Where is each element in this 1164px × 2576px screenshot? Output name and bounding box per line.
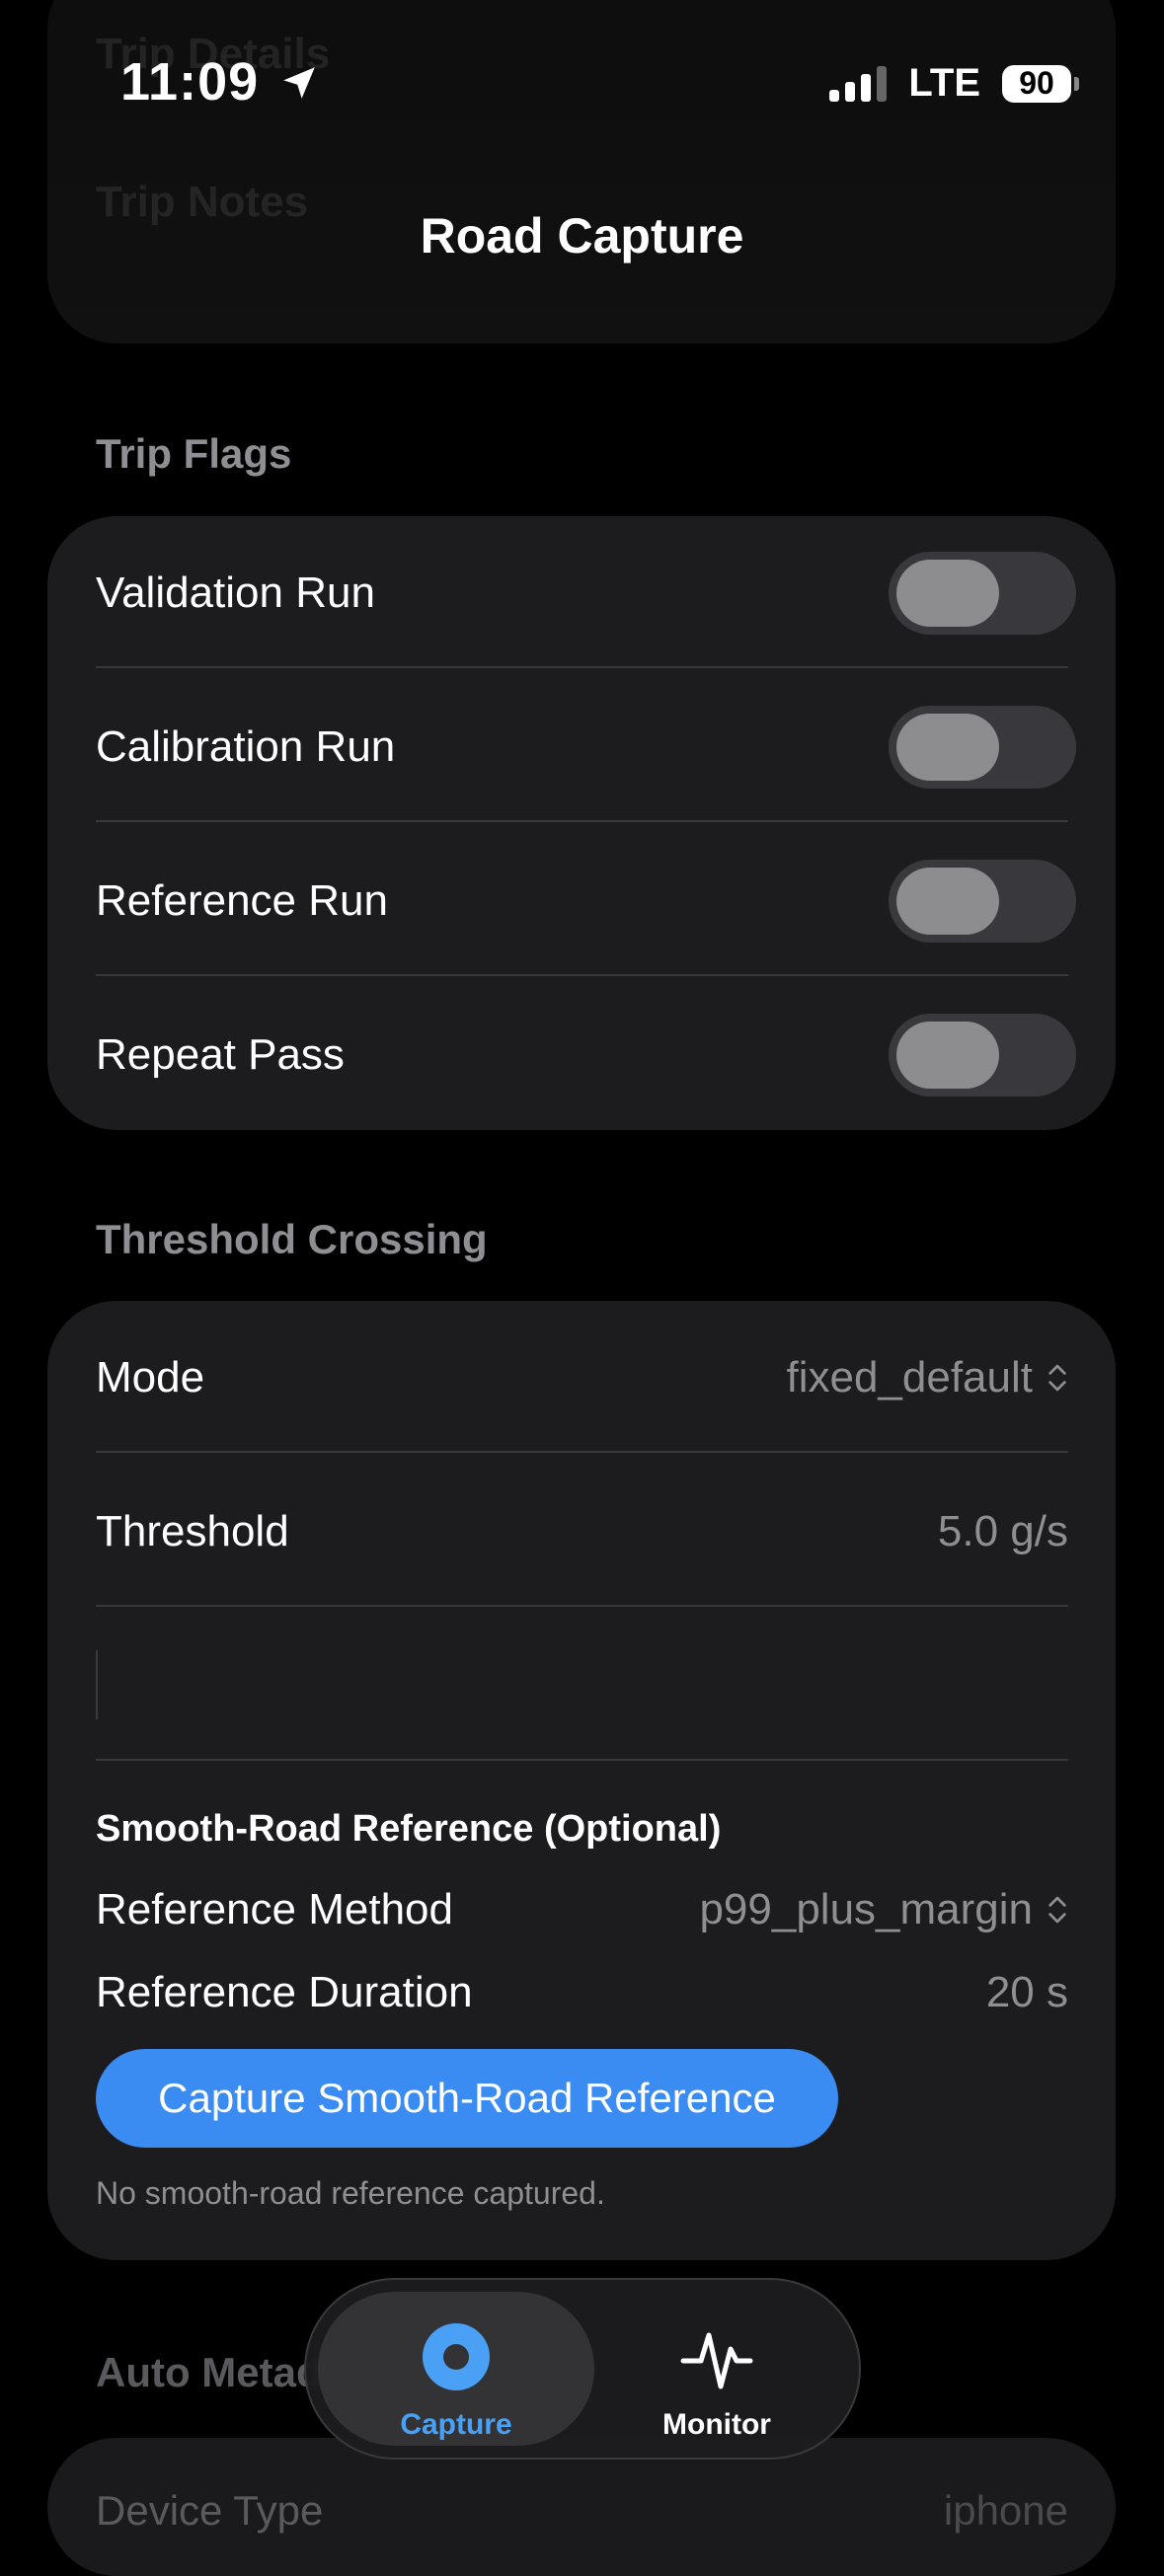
smooth-road-heading: Smooth-Road Reference (Optional) (96, 1808, 722, 1850)
calibration-run-toggle[interactable] (889, 706, 1076, 789)
trip-flag-label: Calibration Run (96, 722, 396, 771)
divider (96, 666, 1068, 668)
threshold-row: Threshold 5.0 g/s (47, 1455, 1116, 1609)
page-title: Road Capture (420, 208, 744, 264)
toggle-knob (896, 1022, 999, 1089)
mode-value: fixed_default (786, 1353, 1033, 1402)
reference-method-label: Reference Method (96, 1885, 453, 1933)
tab-monitor-label: Monitor (662, 2408, 771, 2441)
toggle-knob (896, 714, 999, 781)
status-indicators: LTE 90 (829, 61, 1079, 106)
toggle-knob (896, 868, 999, 935)
device-type-value: iphone (943, 2487, 1068, 2534)
battery-icon: 90 (1002, 64, 1079, 103)
reference-method-value: p99_plus_margin (699, 1885, 1033, 1933)
validation-run-toggle[interactable] (889, 552, 1076, 635)
divider (96, 820, 1068, 822)
chevron-up-down-icon (1048, 1364, 1066, 1392)
repeat-pass-toggle[interactable] (889, 1014, 1076, 1097)
section-label-trip-flags: Trip Flags (96, 430, 292, 477)
waveform-pulse-icon (680, 2332, 753, 2389)
reference-duration-value: 20 s (985, 1968, 1068, 2016)
status-time: 11:09 (120, 51, 320, 113)
trip-flag-row: Validation Run (47, 516, 1116, 670)
divider (96, 1759, 1068, 1761)
divider (96, 974, 1068, 976)
mode-label: Mode (96, 1353, 205, 1402)
toggle-knob (896, 560, 999, 627)
section-label-threshold-crossing: Threshold Crossing (96, 1216, 488, 1262)
mode-row[interactable]: Mode fixed_default (47, 1301, 1116, 1455)
reference-duration-label: Reference Duration (96, 1968, 473, 2016)
mode-picker[interactable]: fixed_default (786, 1353, 1068, 1402)
divider (96, 1605, 1068, 1607)
trip-flag-row: Reference Run (47, 824, 1116, 978)
chevron-up-down-icon (1048, 1896, 1066, 1924)
tab-capture-label: Capture (400, 2408, 512, 2441)
tab-monitor[interactable]: Monitor (579, 2292, 855, 2446)
location-arrow-icon (283, 67, 315, 99)
trip-flag-row: Calibration Run (47, 670, 1116, 824)
record-circle-icon (423, 2323, 490, 2390)
threshold-value: 5.0 g/s (937, 1507, 1068, 1555)
reference-method-picker[interactable]: p99_plus_margin (699, 1885, 1068, 1934)
threshold-label: Threshold (96, 1507, 289, 1555)
device-type-label: Device Type (96, 2487, 324, 2534)
threshold-card: Mode fixed_default Threshold 5.0 g/s Smo… (47, 1301, 1116, 2260)
text-cursor (96, 1650, 98, 1719)
trip-flag-row: Repeat Pass (47, 978, 1116, 1132)
reference-status-note: No smooth-road reference captured. (96, 2175, 605, 2211)
signal-bars-icon (829, 65, 888, 102)
reference-run-toggle[interactable] (889, 860, 1076, 943)
trip-flags-card: Validation Run Calibration Run Reference… (47, 516, 1116, 1130)
divider (96, 1451, 1068, 1453)
network-type: LTE (908, 61, 980, 105)
trip-flag-label: Validation Run (96, 568, 375, 617)
tab-bar: Capture Monitor (304, 2278, 861, 2460)
trip-flag-label: Repeat Pass (96, 1030, 345, 1079)
empty-input-row[interactable] (47, 1609, 1116, 1763)
capture-smooth-road-reference-button[interactable]: Capture Smooth-Road Reference (96, 2049, 838, 2148)
trip-flag-label: Reference Run (96, 876, 388, 925)
tab-capture[interactable]: Capture (318, 2292, 594, 2446)
